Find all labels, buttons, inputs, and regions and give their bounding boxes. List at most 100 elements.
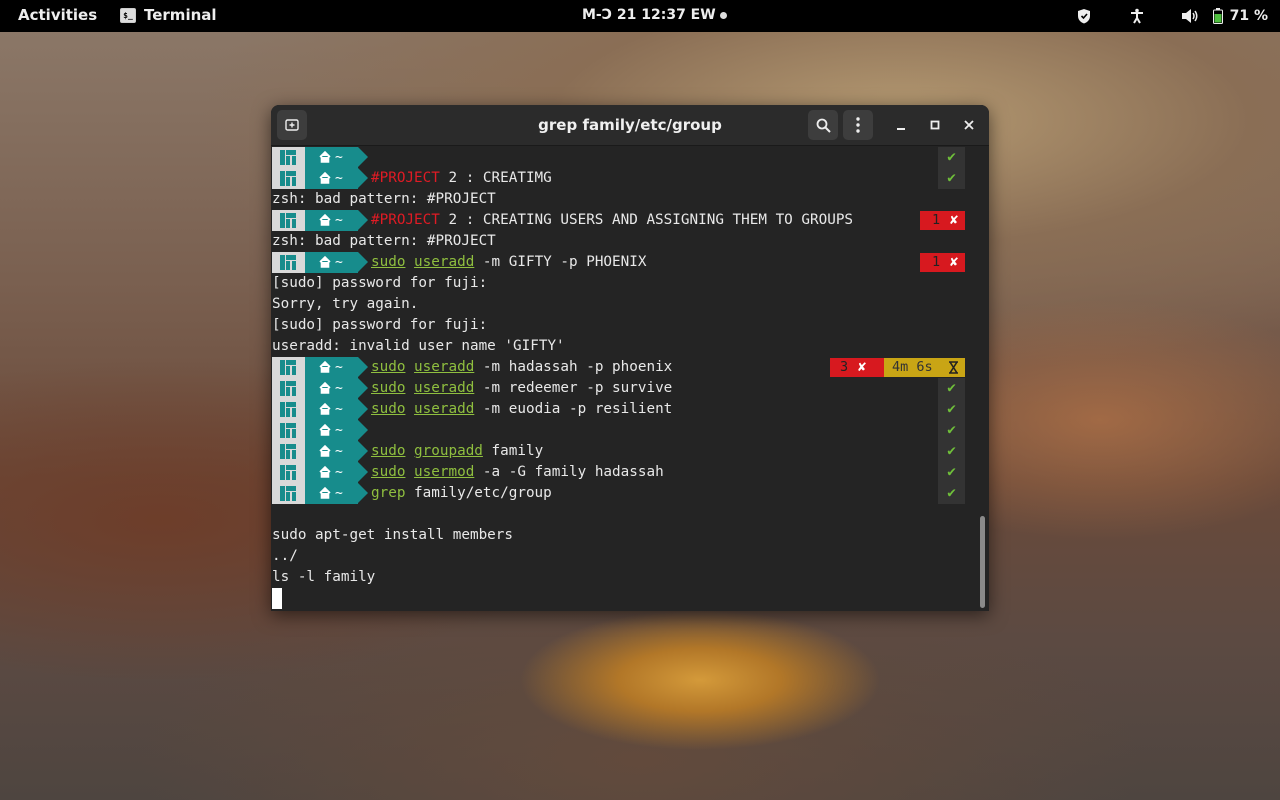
prompt-line: ~ sudo useradd -m hadassah -p phoenix 3 ✘…	[272, 357, 966, 378]
manjaro-logo-segment	[272, 252, 305, 273]
notification-dot	[720, 12, 727, 19]
prompt-line: ~ sudo useradd -m euodia -p resilient ✔	[272, 399, 966, 420]
manjaro-icon	[280, 423, 296, 438]
text-cursor	[272, 588, 282, 609]
home-segment: ~	[305, 483, 358, 504]
manjaro-logo-segment	[272, 462, 305, 483]
home-icon	[319, 172, 331, 184]
menu-button[interactable]	[843, 110, 873, 140]
terminal-icon: $_	[120, 7, 136, 23]
status-ok: ✔	[938, 441, 965, 462]
home-icon	[319, 424, 331, 436]
manjaro-icon	[280, 171, 296, 186]
home-segment: ~	[305, 147, 358, 168]
prompt-line: ~ ✔	[272, 147, 966, 168]
command-text: sudo useradd -m hadassah -p phoenix	[371, 359, 673, 375]
app-menu[interactable]: $_ Terminal	[120, 6, 217, 24]
system-tray[interactable]: 71 %	[1064, 0, 1268, 32]
manjaro-icon	[280, 465, 296, 480]
input-line[interactable]	[272, 588, 966, 609]
maximize-button[interactable]	[925, 115, 945, 135]
maximize-icon	[930, 120, 940, 130]
home-segment: ~	[305, 357, 358, 378]
home-segment: ~	[305, 210, 358, 231]
home-icon	[319, 445, 331, 457]
output-line: [sudo] password for fuji:	[272, 317, 488, 333]
home-segment: ~	[305, 252, 358, 273]
manjaro-icon	[280, 255, 296, 270]
manjaro-logo-segment	[272, 399, 305, 420]
manjaro-logo-segment	[272, 357, 305, 378]
accessibility-icon[interactable]	[1104, 8, 1170, 24]
manjaro-logo-segment	[272, 441, 305, 462]
manjaro-logo-segment	[272, 378, 305, 399]
command-text: sudo useradd -m GIFTY -p PHOENIX	[371, 254, 647, 270]
manjaro-logo-segment	[272, 168, 305, 189]
minimize-button[interactable]	[891, 115, 911, 135]
close-button[interactable]	[959, 115, 979, 135]
minimize-icon	[897, 128, 905, 130]
home-icon	[319, 361, 331, 373]
status-ok: ✔	[938, 399, 965, 420]
command-text: grep family/etc/group	[371, 485, 552, 501]
command-text: sudo groupadd family	[371, 443, 544, 459]
output-line: Sorry, try again.	[272, 296, 419, 312]
prompt-line: ~ sudo usermod -a -G family hadassah ✔	[272, 462, 966, 483]
search-icon	[816, 118, 831, 133]
clock[interactable]: M-Ɔ 21 12:37 EW	[582, 7, 716, 23]
output-line: sudo apt-get install members	[272, 527, 514, 543]
home-icon	[319, 214, 331, 226]
title-bar[interactable]: grep family/etc/group	[271, 105, 989, 146]
activities-button[interactable]: Activities	[18, 6, 97, 24]
status-error: 1 ✘	[920, 253, 965, 272]
shield-icon[interactable]	[1064, 8, 1104, 24]
home-segment: ~	[305, 378, 358, 399]
home-icon	[319, 151, 331, 163]
manjaro-icon	[280, 150, 296, 165]
kebab-menu-icon	[856, 117, 860, 133]
status-ok: ✔	[938, 462, 965, 483]
output-line: ls -l family	[272, 569, 376, 585]
duration-badge: 4m 6s	[884, 358, 965, 377]
scrollbar[interactable]	[977, 147, 987, 611]
output-line: ../	[272, 548, 298, 564]
home-icon	[319, 466, 331, 478]
battery-percentage: 71 %	[1229, 8, 1268, 24]
home-segment: ~	[305, 168, 358, 189]
volume-icon[interactable]	[1170, 8, 1210, 24]
manjaro-icon	[280, 213, 296, 228]
command-text: sudo usermod -a -G family hadassah	[371, 464, 664, 480]
scrollbar-thumb[interactable]	[980, 516, 985, 608]
battery-icon[interactable]	[1210, 8, 1226, 24]
status-ok: ✔	[938, 420, 965, 441]
home-icon	[319, 256, 331, 268]
status-ok: ✔	[938, 378, 965, 399]
terminal-output[interactable]: ~ ✔ ~ #PROJECT 2 : CREATIMG ✔ zsh: bad p…	[272, 147, 972, 611]
manjaro-icon	[280, 360, 296, 375]
output-line: useradd: invalid user name 'GIFTY'	[272, 338, 565, 354]
home-icon	[319, 382, 331, 394]
command-text: #PROJECT 2 : CREATIMG	[371, 170, 552, 186]
status-error: 1 ✘	[920, 211, 965, 230]
prompt-line: ~ sudo useradd -m redeemer -p survive ✔	[272, 378, 966, 399]
status-ok: ✔	[938, 483, 965, 504]
manjaro-icon	[280, 444, 296, 459]
home-icon	[319, 487, 331, 499]
manjaro-icon	[280, 486, 296, 501]
home-segment: ~	[305, 462, 358, 483]
window-title: grep family/etc/group	[538, 116, 722, 134]
search-button[interactable]	[808, 110, 838, 140]
manjaro-logo-segment	[272, 420, 305, 441]
status-ok: ✔	[938, 147, 965, 168]
manjaro-logo-segment	[272, 483, 305, 504]
home-icon	[319, 403, 331, 415]
home-segment: ~	[305, 441, 358, 462]
manjaro-icon	[280, 381, 296, 396]
close-icon	[964, 120, 974, 130]
command-text: sudo useradd -m redeemer -p survive	[371, 380, 673, 396]
command-text: sudo useradd -m euodia -p resilient	[371, 401, 673, 417]
home-segment: ~	[305, 399, 358, 420]
manjaro-logo-segment	[272, 147, 305, 168]
prompt-line: ~ grep family/etc/group ✔	[272, 483, 966, 504]
manjaro-logo-segment	[272, 210, 305, 231]
